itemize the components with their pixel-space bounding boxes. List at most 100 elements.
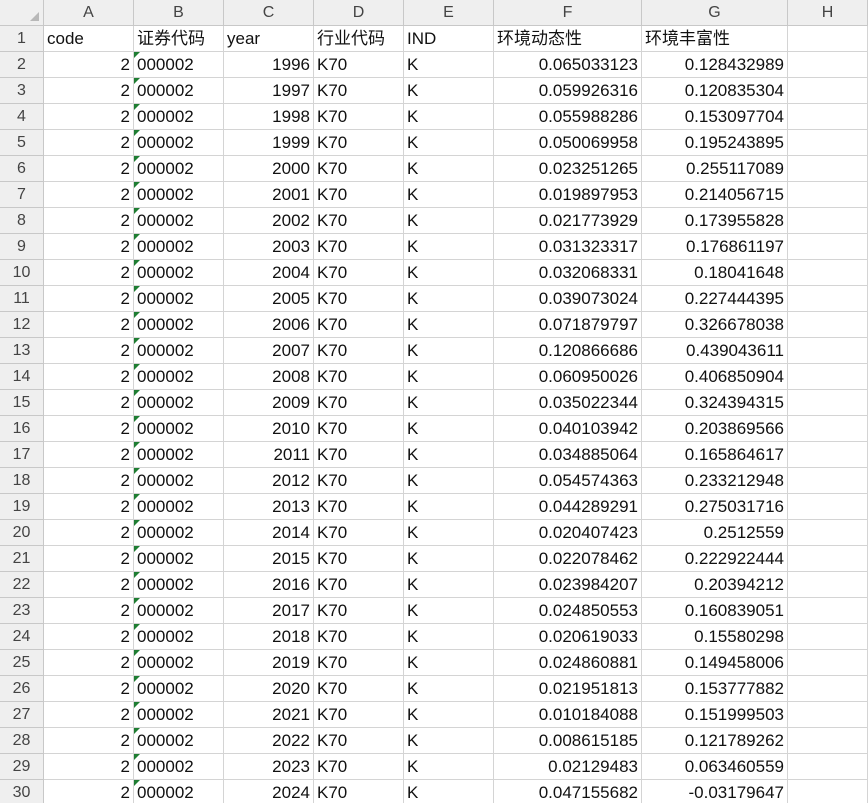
cell-env-munificence[interactable]: 0.160839051 xyxy=(642,598,788,624)
cell-ind[interactable]: K xyxy=(404,494,494,520)
cell-year[interactable]: 2021 xyxy=(224,702,314,728)
cell-empty[interactable] xyxy=(788,156,868,182)
cell-stock-code[interactable]: 000002 xyxy=(134,468,224,494)
cell-env-dynamism[interactable]: 0.023984207 xyxy=(494,572,642,598)
cell-env-munificence[interactable]: 0.214056715 xyxy=(642,182,788,208)
cell-industry-code[interactable]: K70 xyxy=(314,754,404,780)
column-header-f[interactable]: F xyxy=(494,0,642,26)
cell-ind[interactable]: K xyxy=(404,624,494,650)
cell-env-munificence[interactable]: 0.120835304 xyxy=(642,78,788,104)
row-header[interactable]: 30 xyxy=(0,780,44,803)
cell-year[interactable]: 2020 xyxy=(224,676,314,702)
cell-industry-code[interactable]: K70 xyxy=(314,104,404,130)
select-all-button[interactable] xyxy=(0,0,44,26)
cell-stock-code[interactable]: 000002 xyxy=(134,52,224,78)
cell-empty[interactable] xyxy=(788,364,868,390)
row-header[interactable]: 5 xyxy=(0,130,44,156)
cell-stock-code[interactable]: 000002 xyxy=(134,676,224,702)
row-header[interactable]: 8 xyxy=(0,208,44,234)
cell-code[interactable]: 2 xyxy=(44,338,134,364)
row-header[interactable]: 7 xyxy=(0,182,44,208)
cell-year[interactable]: 2010 xyxy=(224,416,314,442)
cell-stock-code[interactable]: 000002 xyxy=(134,650,224,676)
cell-industry-code[interactable]: K70 xyxy=(314,468,404,494)
cell-year[interactable]: 1999 xyxy=(224,130,314,156)
cell-year[interactable]: 1998 xyxy=(224,104,314,130)
cell-empty[interactable] xyxy=(788,208,868,234)
cell-stock-code[interactable]: 000002 xyxy=(134,338,224,364)
cell-empty[interactable] xyxy=(788,468,868,494)
column-header-c[interactable]: C xyxy=(224,0,314,26)
cell-env-dynamism[interactable]: 0.059926316 xyxy=(494,78,642,104)
cell-env-munificence[interactable]: 0.121789262 xyxy=(642,728,788,754)
cell-empty[interactable] xyxy=(788,520,868,546)
cell-stock-code[interactable]: 000002 xyxy=(134,130,224,156)
cell-year[interactable]: 2014 xyxy=(224,520,314,546)
cell-env-munificence[interactable]: 0.15580298 xyxy=(642,624,788,650)
cell-empty[interactable] xyxy=(788,390,868,416)
cell-ind[interactable]: K xyxy=(404,416,494,442)
cell-industry-code[interactable]: K70 xyxy=(314,78,404,104)
cell-env-dynamism[interactable]: 0.031323317 xyxy=(494,234,642,260)
cell-env-munificence[interactable]: 0.227444395 xyxy=(642,286,788,312)
column-header-a[interactable]: A xyxy=(44,0,134,26)
cell-industry-code[interactable]: K70 xyxy=(314,572,404,598)
row-header[interactable]: 4 xyxy=(0,104,44,130)
cell-env-dynamism[interactable]: 0.047155682 xyxy=(494,780,642,803)
cell-industry-code[interactable]: K70 xyxy=(314,728,404,754)
cell-code[interactable]: 2 xyxy=(44,598,134,624)
cell-code[interactable]: 2 xyxy=(44,364,134,390)
cell-empty[interactable] xyxy=(788,338,868,364)
cell-empty[interactable] xyxy=(788,650,868,676)
row-header[interactable]: 20 xyxy=(0,520,44,546)
cell-env-munificence[interactable]: 0.128432989 xyxy=(642,52,788,78)
cell-stock-code[interactable]: 000002 xyxy=(134,572,224,598)
cell-env-dynamism[interactable]: 0.034885064 xyxy=(494,442,642,468)
cell-stock-code[interactable]: 000002 xyxy=(134,416,224,442)
cell-empty[interactable] xyxy=(788,312,868,338)
cell-empty[interactable] xyxy=(788,624,868,650)
cell-ind[interactable]: K xyxy=(404,364,494,390)
row-header[interactable]: 13 xyxy=(0,338,44,364)
cell-code[interactable]: 2 xyxy=(44,650,134,676)
cell-env-munificence[interactable]: 0.275031716 xyxy=(642,494,788,520)
cell-code[interactable]: 2 xyxy=(44,260,134,286)
cell-env-dynamism[interactable]: 0.020619033 xyxy=(494,624,642,650)
row-header[interactable]: 21 xyxy=(0,546,44,572)
cell-year[interactable]: 2024 xyxy=(224,780,314,803)
cell-ind[interactable]: K xyxy=(404,780,494,803)
row-header[interactable]: 2 xyxy=(0,52,44,78)
row-header[interactable]: 18 xyxy=(0,468,44,494)
cell-env-dynamism[interactable]: 0.050069958 xyxy=(494,130,642,156)
cell-env-dynamism[interactable]: 0.120866686 xyxy=(494,338,642,364)
cell-ind[interactable]: K xyxy=(404,442,494,468)
cell-stock-code[interactable]: 000002 xyxy=(134,234,224,260)
cell-empty[interactable] xyxy=(788,598,868,624)
cell-empty[interactable] xyxy=(788,130,868,156)
cell-empty[interactable] xyxy=(788,572,868,598)
cell-env-dynamism[interactable]: 0.021773929 xyxy=(494,208,642,234)
cell-env-munificence[interactable]: 0.153777882 xyxy=(642,676,788,702)
cell-env-dynamism[interactable]: 0.020407423 xyxy=(494,520,642,546)
cell-ind[interactable]: K xyxy=(404,754,494,780)
cell-industry-code[interactable]: K70 xyxy=(314,546,404,572)
cell-env-dynamism[interactable]: 0.071879797 xyxy=(494,312,642,338)
cell-env-munificence[interactable]: 0.406850904 xyxy=(642,364,788,390)
cell-ind[interactable]: K xyxy=(404,338,494,364)
cell-env-dynamism[interactable]: 0.055988286 xyxy=(494,104,642,130)
cell-empty[interactable] xyxy=(788,234,868,260)
cell-ind[interactable]: K xyxy=(404,598,494,624)
cell-stock-code[interactable]: 000002 xyxy=(134,598,224,624)
cell-env-dynamism[interactable]: 0.019897953 xyxy=(494,182,642,208)
cell-code[interactable]: 2 xyxy=(44,572,134,598)
cell-year[interactable]: 2023 xyxy=(224,754,314,780)
cell-empty[interactable] xyxy=(788,676,868,702)
cell-code[interactable]: 2 xyxy=(44,156,134,182)
cell-code[interactable]: 2 xyxy=(44,286,134,312)
cell-env-dynamism[interactable]: 0.02129483 xyxy=(494,754,642,780)
cell-ind[interactable]: K xyxy=(404,78,494,104)
cell-env-munificence[interactable]: 0.165864617 xyxy=(642,442,788,468)
cell-env-munificence[interactable]: 0.153097704 xyxy=(642,104,788,130)
row-header[interactable]: 12 xyxy=(0,312,44,338)
cell-env-dynamism[interactable]: 0.035022344 xyxy=(494,390,642,416)
